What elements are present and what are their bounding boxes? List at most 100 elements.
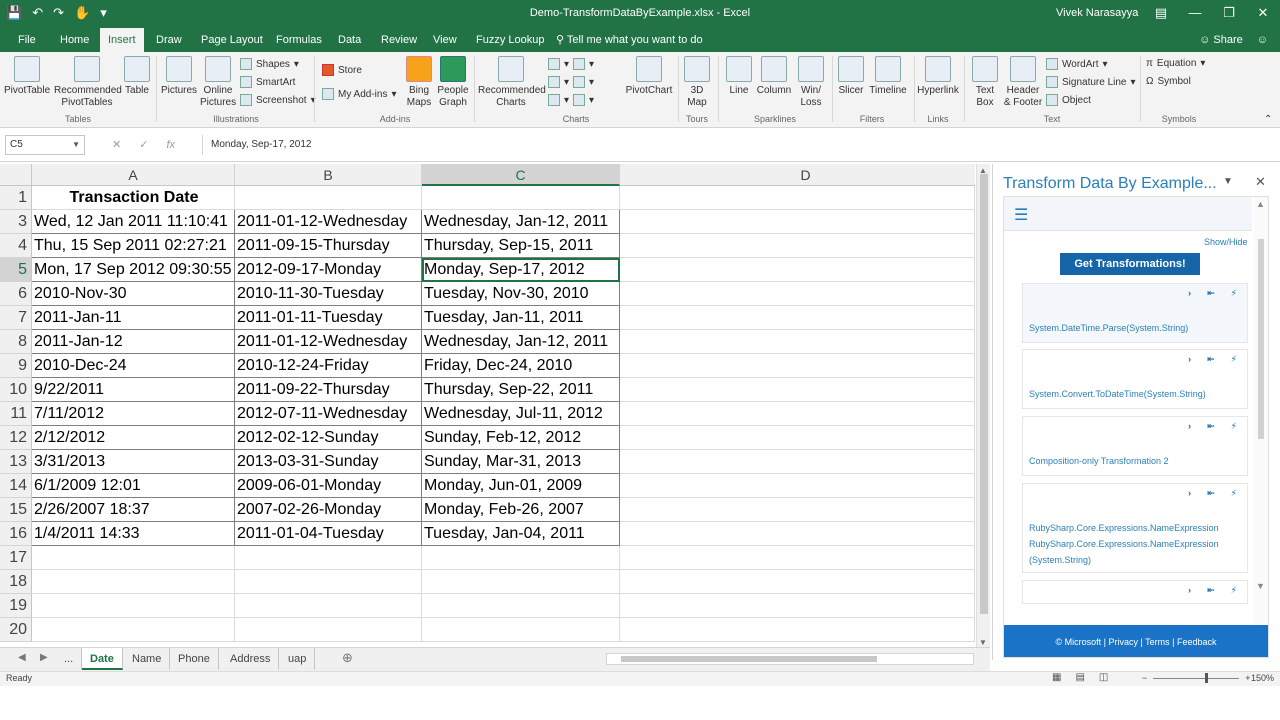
- cell-b17[interactable]: [235, 546, 422, 570]
- my-addins-button[interactable]: My Add-ins ▾: [322, 88, 397, 100]
- column-header-b[interactable]: B: [235, 164, 422, 186]
- transformation-card[interactable]: › ⇤ ⚡ System.DateTime.Parse(System.String): [1022, 283, 1248, 343]
- prev-sheet-icon[interactable]: ◀: [18, 652, 26, 663]
- symbol-button[interactable]: Ω Symbol: [1146, 76, 1191, 87]
- cell-a4[interactable]: Thu, 15 Sep 2011 02:27:21: [32, 234, 235, 258]
- sheet-tab-uap[interactable]: uap: [280, 648, 316, 670]
- cell-d6[interactable]: [620, 282, 975, 306]
- cell-b6[interactable]: 2010-11-30-Tuesday: [235, 282, 422, 306]
- share-button[interactable]: ☺ Share: [1199, 28, 1243, 52]
- cell-a14[interactable]: 6/1/2009 12:01: [32, 474, 235, 498]
- cell-d11[interactable]: [620, 402, 975, 426]
- row-header[interactable]: 11: [0, 402, 32, 426]
- tab-draw[interactable]: Draw: [148, 28, 190, 52]
- transformation-card[interactable]: › ⇤ ⚡: [1022, 580, 1248, 604]
- pane-scrollbar[interactable]: ▲ ▼: [1254, 197, 1268, 657]
- zoom-in-icon[interactable]: +: [1245, 673, 1250, 683]
- column-header-a[interactable]: A: [32, 164, 235, 186]
- recommended-charts-button[interactable]: Recommended Charts: [478, 56, 546, 109]
- cell-b10[interactable]: 2011-09-22-Thursday: [235, 378, 422, 402]
- cell-d5[interactable]: [620, 258, 975, 282]
- line-chart-dropdown[interactable]: ▾ ▾: [548, 76, 594, 88]
- cell-d13[interactable]: [620, 450, 975, 474]
- online-pictures-button[interactable]: Online Pictures: [200, 56, 236, 109]
- cell-c15[interactable]: Monday, Feb-26, 2007: [422, 498, 620, 522]
- sheet-tab-address[interactable]: Address: [222, 648, 280, 670]
- tab-file[interactable]: File: [10, 28, 44, 52]
- sparkline-winloss-button[interactable]: Win/ Loss: [796, 56, 826, 109]
- cell-c1[interactable]: [422, 186, 620, 210]
- bing-maps-button[interactable]: Bing Maps: [402, 56, 436, 109]
- enter-icon[interactable]: ✓: [139, 135, 148, 155]
- text-box-button[interactable]: Text Box: [970, 56, 1000, 109]
- row-header[interactable]: 9: [0, 354, 32, 378]
- pane-footer[interactable]: © Microsoft | Privacy | Terms | Feedback: [1004, 625, 1268, 657]
- smiley-icon[interactable]: ☺: [1257, 28, 1268, 52]
- shapes-button[interactable]: Shapes ▾: [240, 58, 299, 70]
- cell-c19[interactable]: [422, 594, 620, 618]
- cell-a13[interactable]: 3/31/2013: [32, 450, 235, 474]
- run-icon[interactable]: ⚡: [1231, 288, 1237, 299]
- cell-b4[interactable]: 2011-09-15-Thursday: [235, 234, 422, 258]
- formula-input[interactable]: Monday, Sep-17, 2012: [202, 135, 1274, 155]
- row-header[interactable]: 3: [0, 210, 32, 234]
- cell-c18[interactable]: [422, 570, 620, 594]
- cell-d18[interactable]: [620, 570, 975, 594]
- row-header[interactable]: 5: [0, 258, 32, 282]
- table-button[interactable]: Table: [122, 56, 152, 97]
- transformation-card[interactable]: › ⇤ ⚡ RubySharp.Core.Expressions.NameExpres…: [1022, 483, 1248, 573]
- row-header[interactable]: 17: [0, 546, 32, 570]
- expand-icon[interactable]: ›: [1188, 421, 1191, 432]
- tab-fuzzy-lookup[interactable]: Fuzzy Lookup: [468, 28, 552, 52]
- cell-b18[interactable]: [235, 570, 422, 594]
- pane-scroll-down-icon[interactable]: ▼: [1256, 581, 1265, 591]
- tab-page-layout[interactable]: Page Layout: [193, 28, 271, 52]
- cell-c8[interactable]: Wednesday, Jan-12, 2011: [422, 330, 620, 354]
- cell-b12[interactable]: 2012-02-12-Sunday: [235, 426, 422, 450]
- screenshot-button[interactable]: Screenshot ▾: [240, 94, 316, 106]
- close-icon[interactable]: ✕: [1246, 0, 1280, 28]
- run-icon[interactable]: ⚡: [1231, 488, 1237, 499]
- expand-icon[interactable]: ›: [1188, 354, 1191, 365]
- cell-a11[interactable]: 7/11/2012: [32, 402, 235, 426]
- tab-formulas[interactable]: Formulas: [268, 28, 330, 52]
- pie-chart-dropdown[interactable]: ▾ ▾: [548, 94, 594, 106]
- zoom-level[interactable]: 150%: [1251, 673, 1274, 683]
- row-header[interactable]: 13: [0, 450, 32, 474]
- row-header[interactable]: 15: [0, 498, 32, 522]
- pane-close-icon[interactable]: ✕: [1255, 174, 1266, 190]
- pane-scroll-thumb[interactable]: [1258, 239, 1264, 439]
- sparkline-line-button[interactable]: Line: [724, 56, 754, 97]
- sheet-tab-name[interactable]: Name: [124, 648, 171, 670]
- cell-b5[interactable]: 2012-09-17-Monday: [235, 258, 422, 282]
- run-icon[interactable]: ⚡: [1231, 421, 1237, 432]
- cell-d16[interactable]: [620, 522, 975, 546]
- row-header[interactable]: 1: [0, 186, 32, 210]
- cell-a3[interactable]: Wed, 12 Jan 2011 11:10:41: [32, 210, 235, 234]
- user-name[interactable]: Vivek Narasayya: [1056, 7, 1138, 19]
- cell-a10[interactable]: 9/22/2011: [32, 378, 235, 402]
- cancel-icon[interactable]: ✕: [112, 135, 121, 155]
- cell-d1[interactable]: [620, 186, 975, 210]
- cell-a18[interactable]: [32, 570, 235, 594]
- row-header[interactable]: 20: [0, 618, 32, 642]
- row-header[interactable]: 12: [0, 426, 32, 450]
- cell-a9[interactable]: 2010-Dec-24: [32, 354, 235, 378]
- equation-button[interactable]: π Equation ▾: [1146, 58, 1205, 69]
- apply-icon[interactable]: ⇤: [1207, 288, 1215, 299]
- pivottable-button[interactable]: PivotTable: [4, 56, 50, 97]
- cell-c13[interactable]: Sunday, Mar-31, 2013: [422, 450, 620, 474]
- column-header-c[interactable]: C: [422, 164, 620, 186]
- cell-b14[interactable]: 2009-06-01-Monday: [235, 474, 422, 498]
- header-footer-button[interactable]: Header & Footer: [1002, 56, 1044, 109]
- cell-d14[interactable]: [620, 474, 975, 498]
- cell-a5[interactable]: Mon, 17 Sep 2012 09:30:55: [32, 258, 235, 282]
- cell-a1[interactable]: Transaction Date: [32, 186, 235, 210]
- tab-view[interactable]: View: [425, 28, 465, 52]
- show-hide-link[interactable]: Show/Hide: [1204, 237, 1248, 247]
- cell-c5[interactable]: Monday, Sep-17, 2012: [422, 258, 620, 282]
- 3d-map-button[interactable]: 3D Map: [682, 56, 712, 109]
- next-sheet-icon[interactable]: ▶: [40, 652, 48, 663]
- get-transformations-button[interactable]: Get Transformations!: [1060, 253, 1200, 275]
- cell-c3[interactable]: Wednesday, Jan-12, 2011: [422, 210, 620, 234]
